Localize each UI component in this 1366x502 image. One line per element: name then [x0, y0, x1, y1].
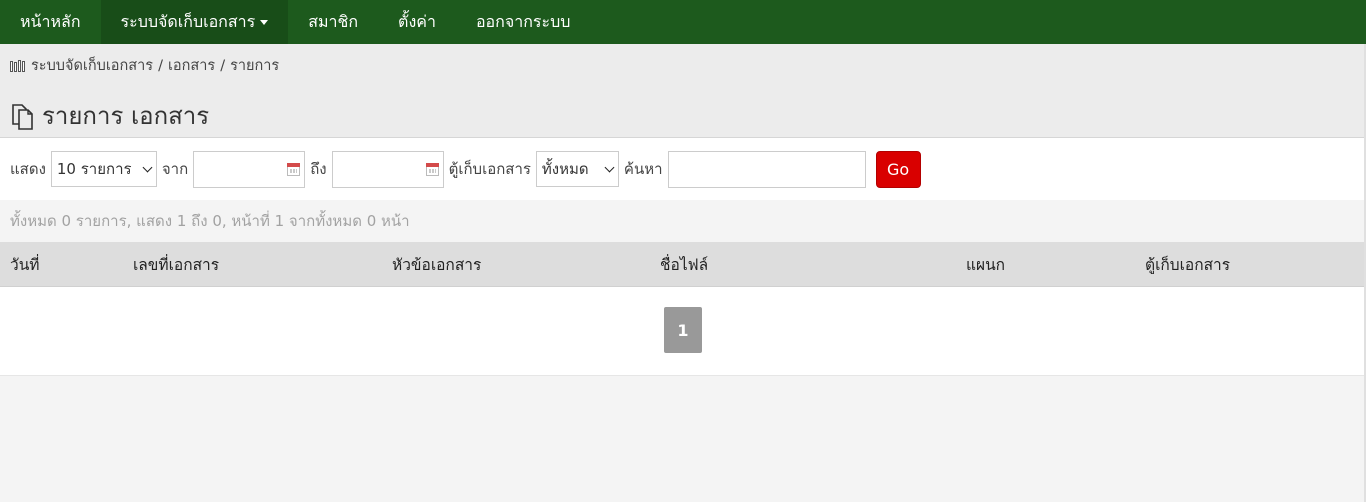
column-header-date[interactable]: วันที่: [10, 242, 40, 287]
breadcrumb-separator: /: [220, 57, 226, 74]
column-header-cabinet[interactable]: ตู้เก็บเอกสาร: [1145, 242, 1230, 287]
breadcrumb: ระบบจัดเก็บเอกสาร / เอกสาร / รายการ: [10, 54, 279, 77]
page-size-value: 10 รายการ: [56, 160, 132, 178]
chevron-down-icon: [604, 162, 615, 172]
nav-logout-label: ออกจากระบบ: [475, 11, 571, 31]
filter-bar: แสดง 10 รายการ จาก ถึง ตู้เก็บเอกสาร ทั้…: [0, 138, 1366, 200]
top-navbar: หน้าหลัก ระบบจัดเก็บเอกสาร สมาชิก ตั้งค่…: [0, 0, 1366, 44]
nav-logout[interactable]: ออกจากระบบ: [456, 0, 590, 44]
calendar-icon[interactable]: [287, 162, 301, 176]
page-title: รายการ เอกสาร: [10, 96, 209, 135]
breadcrumb-item-documents[interactable]: เอกสาร: [168, 54, 215, 77]
cabinet-select[interactable]: ทั้งหมด: [535, 151, 619, 187]
nav-settings[interactable]: ตั้งค่า: [378, 0, 456, 44]
column-header-department[interactable]: แผนก: [966, 242, 1005, 287]
column-header-filename[interactable]: ชื่อไฟล์: [660, 242, 708, 287]
breadcrumb-separator: /: [158, 57, 163, 74]
from-label: จาก: [161, 160, 189, 178]
column-header-doc-title[interactable]: หัวข้อเอกสาร: [392, 242, 481, 287]
nav-members-label: สมาชิก: [308, 11, 359, 31]
nav-home-label: หน้าหลัก: [20, 11, 81, 31]
go-button[interactable]: Go: [875, 150, 921, 188]
page-size-select[interactable]: 10 รายการ: [50, 151, 157, 187]
table-header: วันที่ เลขที่เอกสาร หัวข้อเอกสาร ชื่อไฟล…: [0, 242, 1366, 287]
nav-document-system[interactable]: ระบบจัดเก็บเอกสาร: [100, 0, 289, 44]
search-input[interactable]: [667, 150, 866, 188]
nav-settings-label: ตั้งค่า: [398, 11, 436, 31]
table-body: 1: [0, 287, 1366, 376]
search-label: ค้นหา: [623, 160, 663, 178]
breadcrumb-item-list: รายการ: [230, 58, 280, 74]
cabinet-label: ตู้เก็บเอกสาร: [448, 160, 531, 178]
nav-home[interactable]: หน้าหลัก: [0, 0, 101, 44]
caret-down-icon: [260, 19, 269, 25]
nav-members[interactable]: สมาชิก: [288, 0, 378, 44]
from-date-input[interactable]: [193, 150, 306, 188]
page-background: [0, 376, 1366, 502]
page-title-text: รายการ เอกสาร: [42, 102, 210, 130]
calendar-icon[interactable]: [425, 162, 439, 176]
breadcrumb-item-system[interactable]: ระบบจัดเก็บเอกสาร: [31, 54, 153, 77]
chevron-down-icon: [142, 162, 153, 172]
results-summary: ทั้งหมด 0 รายการ, แสดง 1 ถึง 0, หน้าที่ …: [0, 200, 1366, 242]
cabinet-value: ทั้งหมด: [541, 160, 589, 178]
to-date-input[interactable]: [331, 150, 444, 188]
bookshelf-icon: [10, 59, 27, 72]
to-label: ถึง: [310, 160, 327, 178]
column-header-doc-number[interactable]: เลขที่เอกสาร: [133, 242, 219, 287]
documents-icon: [12, 103, 33, 130]
page-header: ระบบจัดเก็บเอกสาร / เอกสาร / รายการ รายก…: [0, 44, 1366, 138]
pagination-page-1[interactable]: 1: [664, 307, 702, 353]
show-label: แสดง: [10, 160, 46, 178]
nav-document-system-label: ระบบจัดเก็บเอกสาร: [120, 11, 256, 31]
